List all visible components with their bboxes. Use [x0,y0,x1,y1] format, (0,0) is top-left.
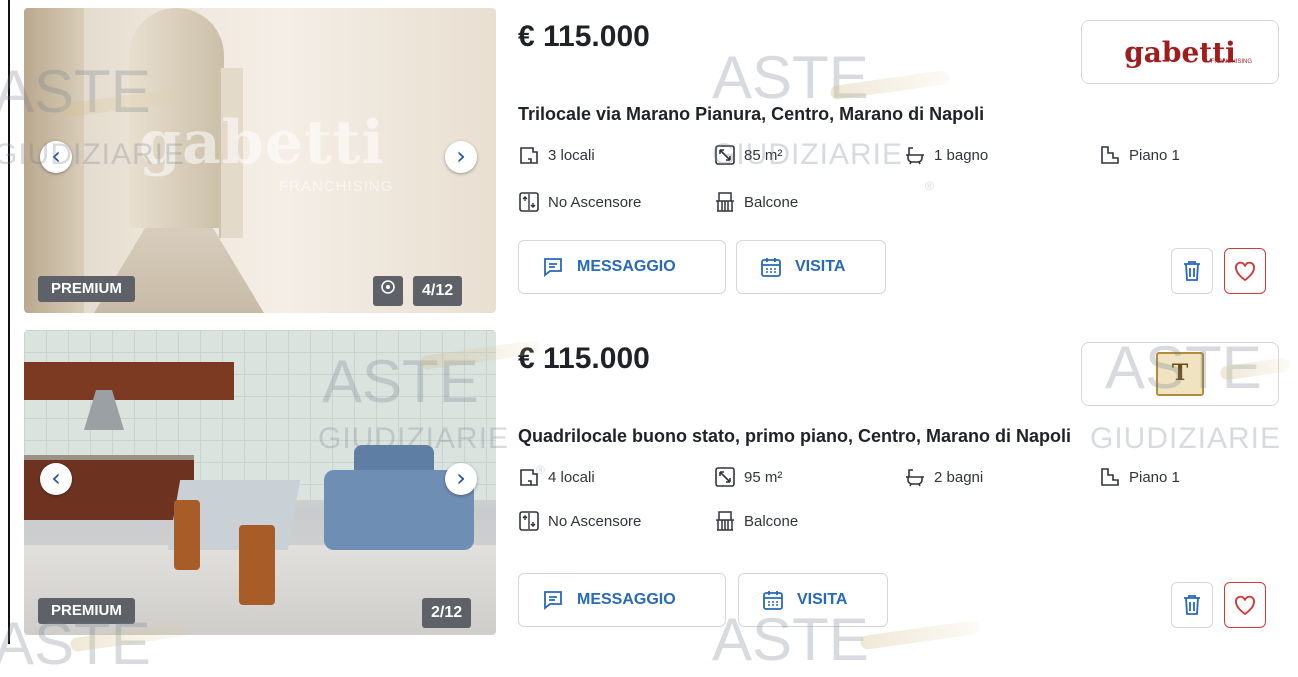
premium-badge: PREMIUM [38,598,135,624]
visit-button-label: VISITA [797,591,848,608]
calendar-icon [763,591,783,610]
feature-bathrooms-label: 2 bagni [934,468,984,486]
feature-balcony: Balcone [714,510,798,532]
listing-card[interactable]: gabetti FRANCHISING ‹ › PREMIUM 4/12 € 1… [24,8,1298,313]
feature-bathrooms: 2 bagni [904,466,983,488]
feature-rooms: 3 locali [518,144,595,166]
photo-counter: 2/12 [422,598,472,628]
page-left-border [8,0,10,644]
elevator-icon [519,192,539,212]
visit-button[interactable]: VISITA [736,240,886,294]
photo-next-button[interactable]: › [445,463,477,495]
elevator-icon [519,511,539,531]
visit-button-label: VISITA [795,258,846,275]
feature-balcony-label: Balcone [744,193,799,211]
message-icon [544,258,562,277]
feature-elevator: No Ascensore [518,510,641,532]
feature-balcony-label: Balcone [744,512,799,530]
feature-bathrooms-label: 1 bagno [934,146,989,164]
listing-title[interactable]: Trilocale via Marano Pianura, Centro, Ma… [518,104,984,125]
balcony-icon [716,511,734,531]
feature-elevator-label: No Ascensore [548,193,642,211]
virtual-tour-icon[interactable] [373,276,403,306]
message-button[interactable]: MESSAGGIO [518,573,726,627]
rooms-icon [520,469,538,486]
feature-floor-label: Piano 1 [1129,468,1180,486]
photo-watermark-sub: FRANCHISING [279,178,394,195]
listing-photo[interactable]: ‹ › PREMIUM 2/12 [24,330,496,635]
feature-floor: Piano 1 [1099,144,1180,166]
bathtub-icon [906,469,924,487]
listing-title[interactable]: Quadrilocale buono stato, primo piano, C… [518,426,1071,447]
feature-elevator-label: No Ascensore [548,512,642,530]
feature-area: 85 m² [714,144,782,166]
bathtub-icon [906,147,924,165]
agency-seal: T [1156,352,1204,396]
message-button-label: MESSAGGIO [577,258,676,275]
listing-price: € 115.000 [518,20,650,53]
message-button[interactable]: MESSAGGIO [518,240,726,294]
delete-button[interactable] [1171,248,1213,294]
visit-button[interactable]: VISITA [738,573,888,627]
premium-badge: PREMIUM [38,276,135,302]
feature-floor: Piano 1 [1099,466,1180,488]
stairs-icon [1101,146,1119,164]
photo-prev-button[interactable]: ‹ [40,463,72,495]
delete-button[interactable] [1171,582,1213,628]
agency-logo-gabetti[interactable]: gabetti FRANCHISING [1081,20,1279,84]
agency-sub: FRANCHISING [1210,59,1252,65]
photo-counter: 4/12 [413,276,463,306]
photo-upper-cabinets [24,362,234,400]
area-icon [715,467,735,487]
feature-area: 95 m² [714,466,782,488]
photo-prev-button[interactable]: ‹ [40,141,72,173]
feature-bathrooms: 1 bagno [904,144,988,166]
area-icon [715,145,735,165]
favorite-button[interactable] [1224,248,1266,294]
photo-next-button[interactable]: › [445,141,477,173]
message-button-label: MESSAGGIO [577,591,676,608]
feature-area-label: 95 m² [744,468,783,486]
photo-watermark: gabetti [139,108,386,178]
photo-chair [174,500,200,570]
feature-floor-label: Piano 1 [1129,146,1180,164]
trash-icon [1184,595,1200,615]
trash-icon [1184,261,1200,281]
feature-elevator: No Ascensore [518,191,641,213]
listing-card[interactable]: ‹ › PREMIUM 2/12 € 115.000 Quadrilocale … [24,330,1298,635]
feature-rooms-label: 4 locali [548,468,595,486]
feature-balcony: Balcone [714,191,798,213]
listing-price: € 115.000 [518,342,650,375]
balcony-icon [716,192,734,212]
listing-photo[interactable]: gabetti FRANCHISING ‹ › PREMIUM 4/12 [24,8,496,313]
feature-rooms: 4 locali [518,466,595,488]
stairs-icon [1101,468,1119,486]
heart-icon [1235,261,1255,282]
feature-rooms-label: 3 locali [548,146,595,164]
feature-area-label: 85 m² [744,146,783,164]
message-icon [544,591,562,610]
heart-icon [1235,595,1255,616]
photo-chair [239,525,275,605]
agency-logo[interactable]: T [1081,342,1279,406]
calendar-icon [761,258,781,277]
favorite-button[interactable] [1224,582,1266,628]
rooms-icon [520,147,538,164]
